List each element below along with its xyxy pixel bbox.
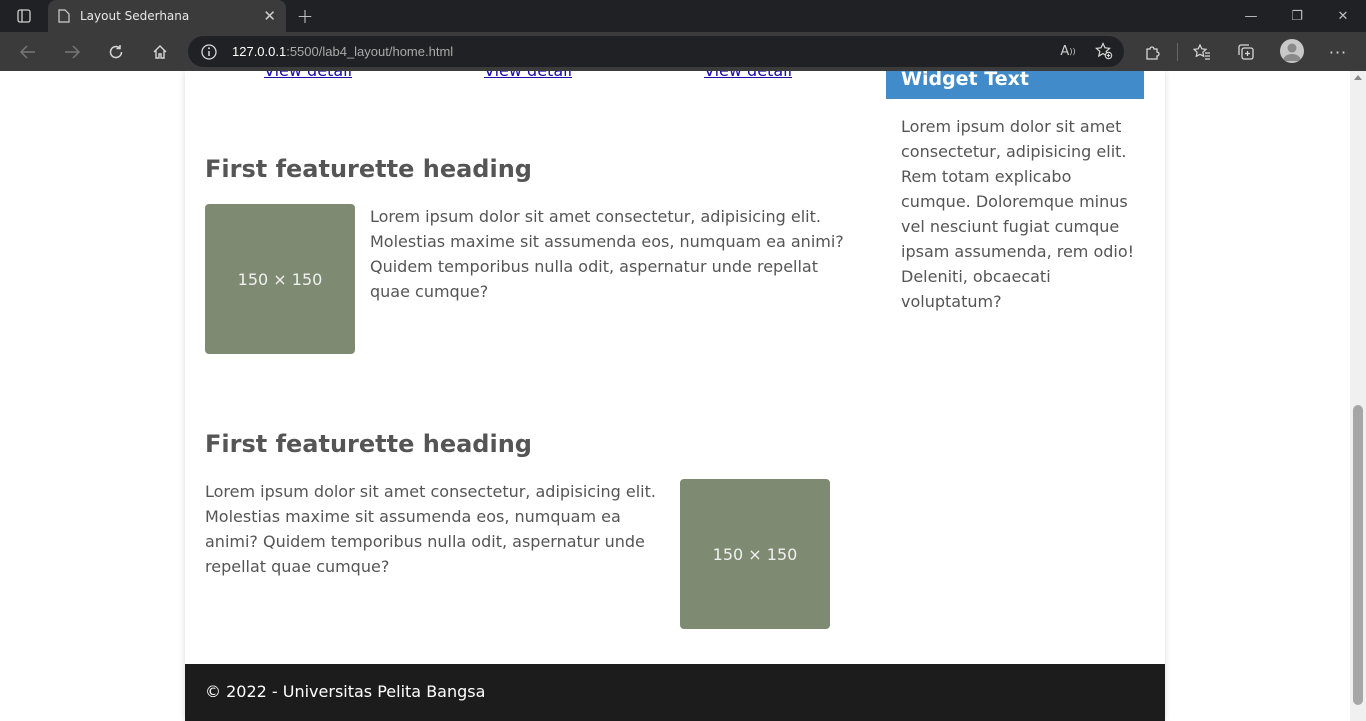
favorites-icon[interactable]	[1190, 40, 1214, 64]
url-path: :5500/lab4_layout/home.html	[286, 44, 454, 59]
extensions-icon[interactable]	[1141, 40, 1165, 64]
view-detail-link-3[interactable]: View detail	[704, 71, 792, 80]
more-menu-icon[interactable]: ···	[1326, 40, 1350, 64]
url-text: 127.0.0.1:5500/lab4_layout/home.html	[232, 44, 453, 59]
view-detail-link-1[interactable]: View detail	[264, 71, 352, 80]
new-tab-button[interactable]: +	[292, 4, 318, 28]
home-button[interactable]	[146, 38, 174, 66]
image-placeholder-label: 150 × 150	[712, 544, 798, 564]
featurette-text-1: Lorem ipsum dolor sit amet consectetur, …	[370, 207, 844, 301]
address-bar[interactable]: 127.0.0.1:5500/lab4_layout/home.html A))	[188, 36, 1124, 67]
home-icon	[153, 45, 167, 59]
widget-title: Widget Text	[886, 71, 1144, 99]
page-icon	[58, 9, 70, 23]
tab-actions-icon[interactable]	[8, 4, 40, 28]
back-button[interactable]	[14, 38, 42, 66]
featurette-image-1: 150 × 150	[205, 204, 355, 354]
browser-tab[interactable]: Layout Sederhana ✕	[48, 0, 286, 32]
featurette-heading-1: First featurette heading	[205, 155, 532, 183]
close-tab-icon[interactable]: ✕	[263, 7, 276, 25]
featurette-image-2: 150 × 150	[680, 479, 830, 629]
page-scrollbar[interactable]	[1350, 71, 1366, 721]
tab-bar: Layout Sederhana ✕ + — ❐ ✕	[0, 0, 1366, 32]
favorite-add-icon[interactable]	[1092, 39, 1116, 63]
widget-text: Lorem ipsum dolor sit amet consectetur, …	[901, 117, 1135, 311]
info-icon[interactable]	[200, 43, 218, 61]
collections-icon[interactable]	[1234, 40, 1258, 64]
page-footer: © 2022 - Universitas Pelita Bangsa	[185, 664, 1165, 721]
refresh-button[interactable]	[102, 38, 130, 66]
toolbar-divider	[1177, 43, 1178, 61]
arrow-right-icon	[65, 45, 80, 59]
featurette-text-2: Lorem ipsum dolor sit amet consectetur, …	[205, 482, 656, 576]
read-aloud-icon[interactable]: A))	[1056, 39, 1080, 63]
forward-button[interactable]	[58, 38, 86, 66]
close-window-icon[interactable]: ✕	[1320, 0, 1366, 32]
tab-title: Layout Sederhana	[80, 9, 190, 23]
browser-toolbar: 127.0.0.1:5500/lab4_layout/home.html A))…	[0, 32, 1366, 71]
minimize-icon[interactable]: —	[1228, 0, 1274, 32]
scroll-up-icon[interactable]	[1354, 75, 1362, 80]
featurette-heading-2: First featurette heading	[205, 430, 532, 458]
page-container: View detail View detail View detail Firs…	[185, 71, 1165, 721]
footer-text: © 2022 - Universitas Pelita Bangsa	[205, 682, 486, 701]
image-placeholder-label: 150 × 150	[237, 269, 323, 289]
url-host: 127.0.0.1	[232, 44, 287, 59]
profile-avatar[interactable]	[1280, 39, 1304, 63]
refresh-icon	[109, 45, 123, 59]
restore-icon[interactable]: ❐	[1274, 0, 1320, 32]
page-viewport: View detail View detail View detail Firs…	[0, 71, 1350, 721]
view-detail-link-2[interactable]: View detail	[484, 71, 572, 80]
arrow-left-icon	[20, 45, 35, 59]
scroll-thumb[interactable]	[1353, 405, 1363, 705]
